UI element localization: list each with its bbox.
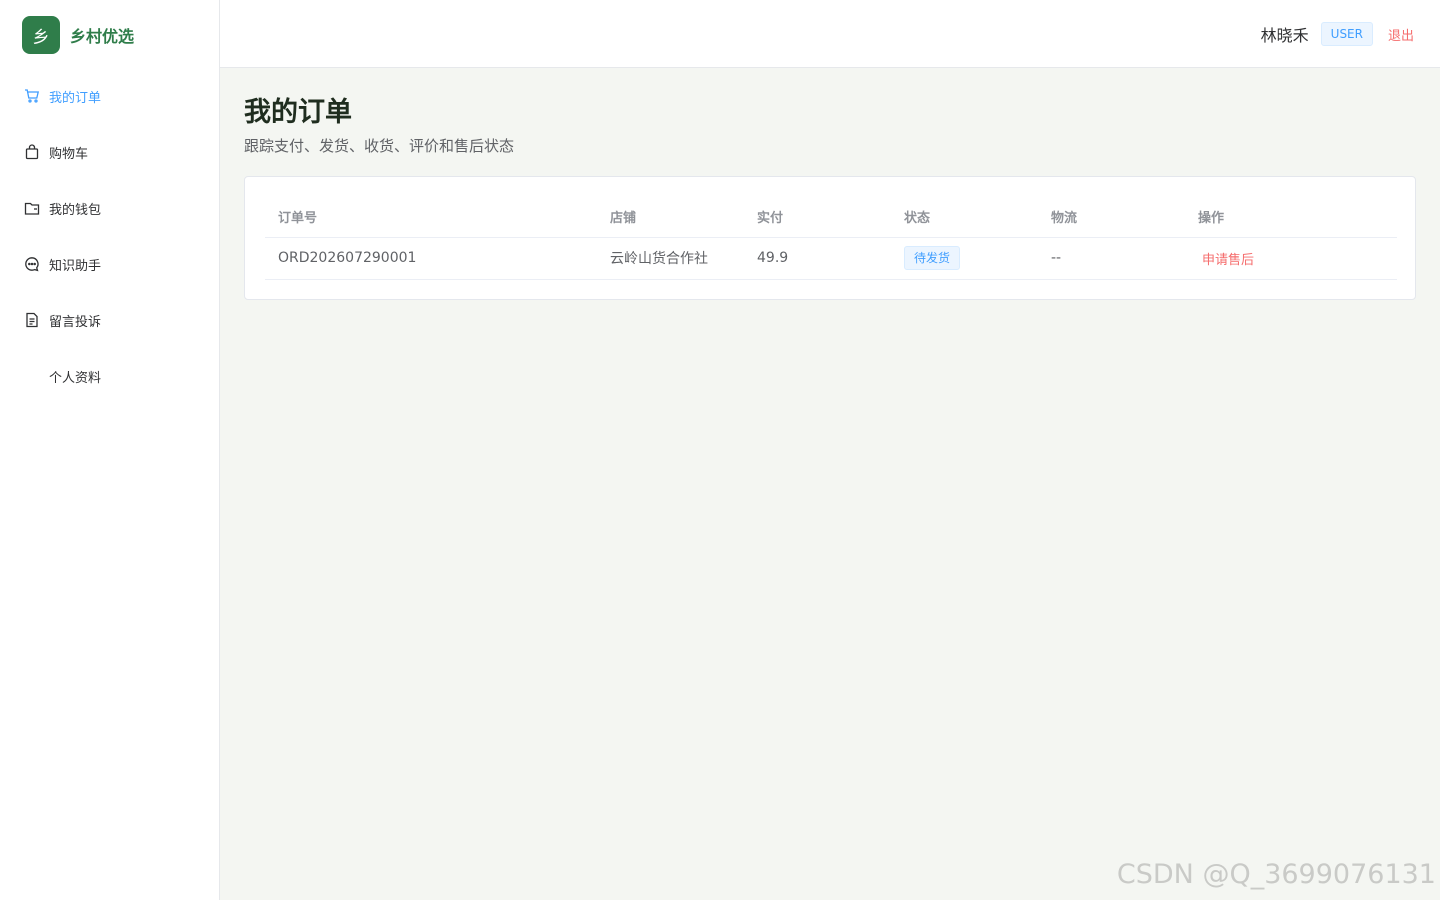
sidebar-item-label: 个人资料 [49, 370, 102, 386]
column-header-logistics: 物流 [1038, 197, 1185, 238]
user-name: 林晓禾 [1260, 26, 1309, 45]
page-subtitle: 跟踪支付、发货、收货、评价和售后状态 [244, 137, 515, 155]
paid-amount: 49.9 [744, 237, 891, 280]
wallet-icon [24, 200, 40, 216]
table-row: ORD202607290001 云岭山货合作社 49.9 待发货 -- 申请售后 [265, 237, 1397, 280]
sidebar-item-profile[interactable]: 个人资料 [0, 348, 219, 404]
sidebar-item-wallet[interactable]: 我的钱包 [0, 180, 219, 236]
order-number: ORD202607290001 [265, 237, 597, 280]
sidebar-item-label: 知识助手 [49, 258, 102, 274]
orders-table: 订单号 店铺 实付 状态 物流 操作 ORD202607290001 云岭山货合… [265, 197, 1397, 280]
column-header-status: 状态 [891, 197, 1038, 238]
page-title: 我的订单 [244, 97, 352, 128]
column-header-store: 店铺 [597, 197, 744, 238]
user-area: 林晓禾 USER 退出 [1261, 22, 1414, 46]
document-icon [24, 312, 40, 328]
sidebar-item-label: 我的订单 [49, 90, 102, 106]
status-cell: 待发货 [891, 237, 1038, 280]
role-badge: USER [1320, 22, 1373, 46]
sidebar-menu: 我的订单 购物车 我的钱包 知识助手 留言投诉 个人资料 [0, 68, 219, 404]
sidebar-item-assistant[interactable]: 知识助手 [0, 236, 219, 292]
sidebar-item-label: 我的钱包 [49, 202, 102, 218]
top-header: 林晓禾 USER 退出 [220, 0, 1440, 68]
sidebar-item-feedback[interactable]: 留言投诉 [0, 292, 219, 348]
chat-bubble-icon [24, 256, 40, 272]
table-header-row: 订单号 店铺 实付 状态 物流 操作 [265, 197, 1397, 238]
orders-card: 订单号 店铺 实付 状态 物流 操作 ORD202607290001 云岭山货合… [244, 176, 1416, 300]
logistics-cell: -- [1038, 237, 1185, 280]
cart-icon [24, 88, 40, 104]
apply-after-sales-button[interactable]: 申请售后 [1198, 253, 1254, 268]
action-cell: 申请售后 [1185, 237, 1397, 280]
status-badge: 待发货 [904, 246, 961, 270]
profile-icon-placeholder [24, 368, 40, 384]
brand-logo: 乡 [22, 16, 60, 54]
sidebar-item-label: 留言投诉 [49, 314, 102, 330]
shopping-bag-icon [24, 144, 40, 160]
sidebar-item-label: 购物车 [49, 146, 89, 162]
logout-button[interactable]: 退出 [1388, 25, 1414, 44]
store-name: 云岭山货合作社 [597, 237, 744, 280]
brand[interactable]: 乡 乡村优选 [22, 16, 134, 54]
sidebar-item-my-orders[interactable]: 我的订单 [0, 68, 219, 124]
sidebar: 乡 乡村优选 我的订单 购物车 我的钱包 知识助手 留言投诉 个人资料 [0, 0, 220, 900]
column-header-paid: 实付 [744, 197, 891, 238]
brand-name: 乡村优选 [70, 27, 135, 46]
sidebar-item-cart[interactable]: 购物车 [0, 124, 219, 180]
column-header-order-no: 订单号 [265, 197, 597, 238]
main-content: 我的订单 跟踪支付、发货、收货、评价和售后状态 订单号 店铺 实付 状态 物流 … [244, 68, 1416, 300]
watermark: CSDN @Q_3699076131 [1116, 859, 1436, 890]
column-header-action: 操作 [1185, 197, 1397, 238]
